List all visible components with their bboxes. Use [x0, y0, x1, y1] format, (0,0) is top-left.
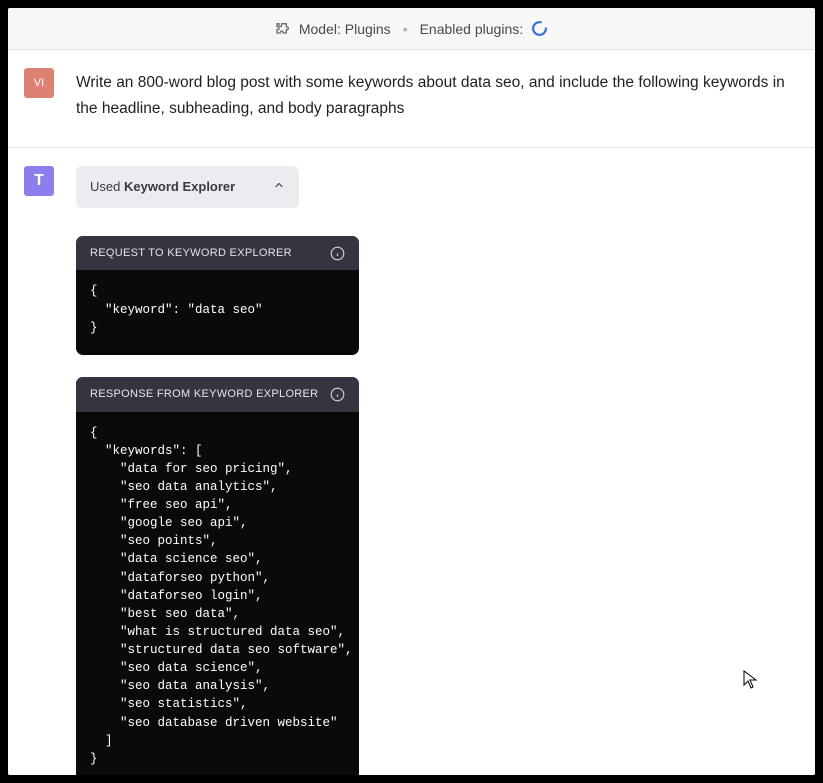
request-card: REQUEST TO KEYWORD EXPLORER { "keyword":…: [76, 236, 359, 355]
user-text: Write an 800-word blog post with some ke…: [76, 68, 795, 123]
request-code: { "keyword": "data seo" }: [76, 270, 359, 354]
user-message: VI Write an 800-word blog post with some…: [8, 50, 815, 148]
separator: •: [403, 21, 408, 37]
enabled-plugins-label: Enabled plugins:: [420, 21, 524, 37]
model-label: Model: Plugins: [299, 21, 391, 37]
request-card-title: REQUEST TO KEYWORD EXPLORER: [90, 244, 292, 263]
tool-toggle[interactable]: Used Keyword Explorer: [76, 166, 299, 208]
response-code: { "keywords": [ "data for seo pricing", …: [76, 412, 359, 775]
user-avatar: VI: [24, 68, 54, 98]
plugin-logo-icon: [531, 20, 548, 37]
assistant-message: T Used Keyword Explorer REQUEST TO KEYWO…: [8, 148, 815, 775]
request-card-header: REQUEST TO KEYWORD EXPLORER: [76, 236, 359, 271]
info-icon[interactable]: [330, 387, 345, 402]
response-card-title: RESPONSE FROM KEYWORD EXPLORER: [90, 385, 318, 404]
response-card: RESPONSE FROM KEYWORD EXPLORER { "keywor…: [76, 377, 359, 775]
tool-toggle-label: Used Keyword Explorer: [90, 176, 235, 198]
topbar: Model: Plugins • Enabled plugins:: [8, 8, 815, 50]
assistant-avatar: T: [24, 166, 54, 196]
info-icon[interactable]: [330, 246, 345, 261]
response-card-header: RESPONSE FROM KEYWORD EXPLORER: [76, 377, 359, 412]
chevron-up-icon: [273, 176, 285, 198]
puzzle-icon: [275, 21, 291, 37]
